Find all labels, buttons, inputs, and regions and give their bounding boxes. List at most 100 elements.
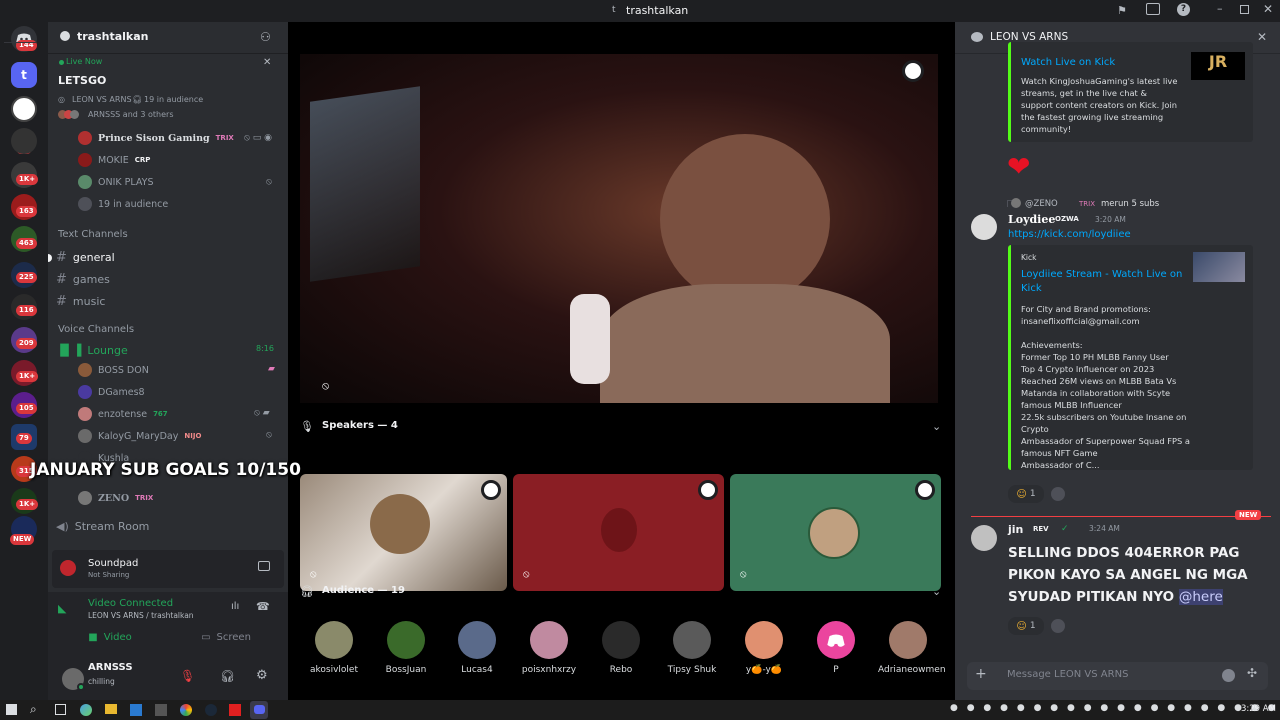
screen-button[interactable]: ▭ Screen	[172, 627, 280, 647]
stage-member[interactable]: ONIK PLAYS	[78, 173, 153, 191]
laughing-emoji-icon: ☺	[1016, 620, 1027, 632]
close-window-button[interactable]: ✕	[1263, 2, 1273, 16]
help-icon[interactable]: ?	[1177, 3, 1190, 16]
audience-header[interactable]: Audience — 19	[322, 585, 405, 596]
steam-icon[interactable]	[205, 704, 217, 716]
mention[interactable]: @here	[1178, 589, 1223, 605]
audience-member[interactable]: Adrianeowmen	[878, 621, 946, 675]
audience-member[interactable]: Rebo	[591, 621, 651, 675]
audience-member[interactable]: poisxnhxrzy	[519, 621, 579, 675]
close-icon[interactable]: ✕	[263, 57, 271, 68]
chevron-down-icon[interactable]: ⌄	[932, 420, 941, 433]
chrome-icon[interactable]	[180, 704, 192, 716]
edge-icon[interactable]	[80, 704, 92, 716]
reply-author[interactable]: @ZENO	[1025, 199, 1058, 209]
link-embed: Kick Loydiiee Stream - Watch Live on Kic…	[1008, 245, 1253, 470]
audience-member[interactable]: y🍊-y🍊	[734, 621, 794, 675]
file-explorer-icon[interactable]	[105, 704, 117, 714]
message-input[interactable]: Message LEON VS ARNS	[1007, 669, 1128, 680]
embed-title-link[interactable]: Loydiiee Stream - Watch Live on Kick	[1021, 268, 1186, 296]
avatar[interactable]	[971, 214, 997, 240]
embed-title-link[interactable]: Watch Live on Kick	[1021, 57, 1181, 68]
maximize-button[interactable]	[1240, 5, 1249, 14]
chevron-down-icon[interactable]: ⌄	[932, 585, 941, 598]
signal-icon[interactable]: ◣	[58, 602, 66, 615]
system-tray-icons[interactable]: ● ● ● ● ● ● ● ● ● ● ● ● ● ● ● ● ● ● ● ●	[950, 703, 1278, 713]
live-audience-count: 19 in audience	[144, 95, 204, 104]
updates-icon[interactable]	[1146, 3, 1160, 15]
emoji-icon[interactable]	[1222, 669, 1235, 682]
add-reaction-icon[interactable]	[1051, 619, 1065, 633]
stage-audience-row[interactable]: 19 in audience	[78, 195, 168, 213]
text-channels-header[interactable]: Text Channels	[58, 229, 128, 240]
audience-member[interactable]: Tipsy Shuk	[662, 621, 722, 675]
windows-start-icon[interactable]	[6, 704, 17, 715]
add-reaction-icon[interactable]	[1051, 487, 1065, 501]
plus-icon[interactable]: +	[975, 666, 987, 682]
avatar[interactable]	[971, 525, 997, 551]
voice-member[interactable]: KaloyG_MaryDay NIJO	[78, 427, 201, 445]
server-icon[interactable]	[11, 128, 37, 154]
speaker-tile[interactable]: ⦸	[300, 474, 507, 591]
voice-member[interactable]: enzotense 767	[78, 405, 168, 423]
audience-member[interactable]: P	[806, 621, 866, 675]
voice-channel-lounge[interactable]: ▐▌▐ Lounge	[56, 340, 280, 360]
store-icon[interactable]	[155, 704, 167, 716]
speakers-header[interactable]: Speakers — 4	[322, 420, 398, 431]
voice-member[interactable]: DGames8	[78, 383, 145, 401]
voice-channels-header[interactable]: Voice Channels	[58, 324, 134, 335]
audience-member[interactable]: Lucas4	[447, 621, 507, 675]
username[interactable]: ARNSSS	[88, 662, 133, 673]
task-view-icon[interactable]	[55, 704, 66, 715]
voice-member[interactable]: BOSS DON	[78, 361, 149, 379]
share-icon[interactable]	[258, 561, 270, 571]
avatar	[78, 153, 92, 167]
stage-member[interactable]: Prince Sison Gaming TRIX	[78, 129, 234, 147]
muted-icon: ⦸	[740, 569, 747, 580]
reaction-button[interactable]: ☺ 1	[1008, 617, 1044, 635]
live-stage-banner[interactable]: Live Now ✕ LETSGO ◎ LEON VS ARNS 🎧︎ 19 i…	[48, 54, 288, 124]
clock[interactable]: 3:29 AM	[1241, 704, 1276, 714]
video-button[interactable]: ■ Video	[56, 627, 164, 647]
minimize-button[interactable]: –	[1217, 2, 1223, 15]
channel-general[interactable]: # general	[56, 247, 280, 267]
speaker-tile[interactable]: ⦸	[513, 474, 724, 591]
main-video[interactable]: ⦸	[300, 54, 938, 403]
message-link[interactable]: https://kick.com/loydiiee	[1008, 229, 1131, 240]
channel-music[interactable]: # music	[56, 291, 280, 311]
voice-member[interactable]: ZENO TRIX	[78, 489, 153, 507]
stage-member[interactable]: MOKIE CRP	[78, 151, 150, 169]
muted-icon: ⦸ ▭ ◉	[244, 133, 272, 143]
reaction-button[interactable]: ☺ 1	[1008, 485, 1044, 503]
noise-suppression-icon[interactable]: ılı	[231, 601, 239, 612]
avatar	[745, 621, 783, 659]
server-icon[interactable]	[11, 96, 37, 122]
gear-icon[interactable]: ⚙	[256, 668, 268, 683]
chat-panel: LEON VS ARNS ✕ Watch Live on Kick Watch …	[955, 22, 1280, 700]
app-icon[interactable]	[229, 704, 241, 716]
member-name: DGames8	[98, 386, 145, 398]
message-author[interactable]: jin	[1008, 523, 1023, 536]
chevron-down-icon: ⌄	[132, 29, 141, 40]
outlook-icon[interactable]	[130, 704, 142, 716]
audience-member[interactable]: BossJuan	[376, 621, 436, 675]
mute-mic-icon[interactable]: 🎙︎	[180, 669, 195, 683]
headphones-icon[interactable]: 🎧︎	[220, 669, 235, 683]
channel-games[interactable]: # games	[56, 269, 280, 289]
hash-icon: #	[56, 293, 67, 309]
audience-name: akosivlolet	[309, 665, 358, 675]
voice-channel-stream-room[interactable]: ◀) Stream Room	[56, 516, 280, 536]
inbox-icon[interactable]: ⚑	[1117, 4, 1127, 17]
close-icon[interactable]: ✕	[1257, 30, 1267, 44]
speaker-tile[interactable]: ⦸	[730, 474, 941, 591]
apps-icon[interactable]: ✣	[1247, 666, 1257, 680]
avatar	[78, 131, 92, 145]
server-header[interactable]: trashtalkan ⌄ ⚇	[48, 22, 288, 54]
message-author[interactable]: Loydiee	[1008, 213, 1055, 226]
invite-icon[interactable]: ⚇	[260, 30, 271, 44]
search-icon[interactable]: ⌕	[30, 702, 37, 717]
server-trashtalkan-icon[interactable]: t	[11, 62, 37, 88]
audience-member[interactable]: akosivlolet	[304, 621, 364, 675]
voice-status[interactable]: Video Connected	[88, 598, 173, 609]
disconnect-icon[interactable]: ☎︎	[256, 600, 270, 613]
